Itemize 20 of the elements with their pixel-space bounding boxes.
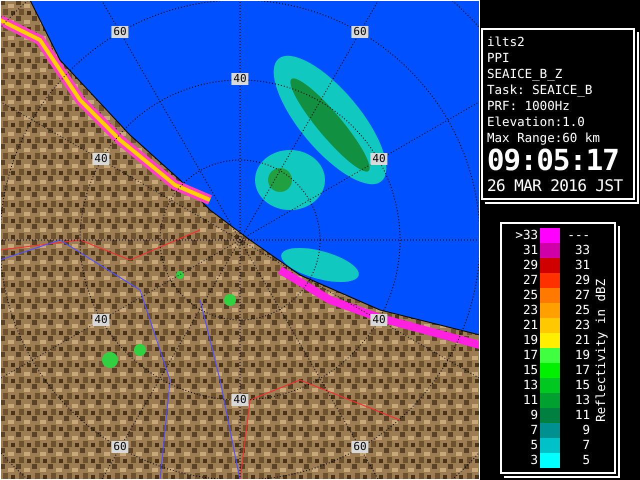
range-label: 40 <box>370 314 388 326</box>
range-label: 40 <box>231 394 249 406</box>
info-text: PRF: 1000Hz <box>487 98 571 114</box>
range-label: 40 <box>92 153 110 165</box>
range-label: 40 <box>92 314 110 326</box>
range-label: 60 <box>351 26 369 38</box>
range-label: 40 <box>231 73 249 85</box>
info-text: Task: SEAICE_B <box>487 82 594 98</box>
info-text: SEAICE_B_Z <box>487 66 564 82</box>
legend-title: Reflectivity in dBZ <box>592 278 609 422</box>
scan-date: 26 MAR 2016 JST <box>487 176 622 196</box>
scan-time: 09:05:17 <box>487 146 620 174</box>
range-label: 60 <box>111 26 129 38</box>
range-label: 60 <box>111 441 129 453</box>
range-label: 60 <box>351 441 369 453</box>
info-text: PPI <box>487 50 511 66</box>
info-text: Max Range:60 km <box>487 130 601 146</box>
info-text: ilts2 <box>487 34 526 50</box>
range-label: 40 <box>370 153 388 165</box>
info-text: Elevation:1.0 <box>487 114 586 130</box>
